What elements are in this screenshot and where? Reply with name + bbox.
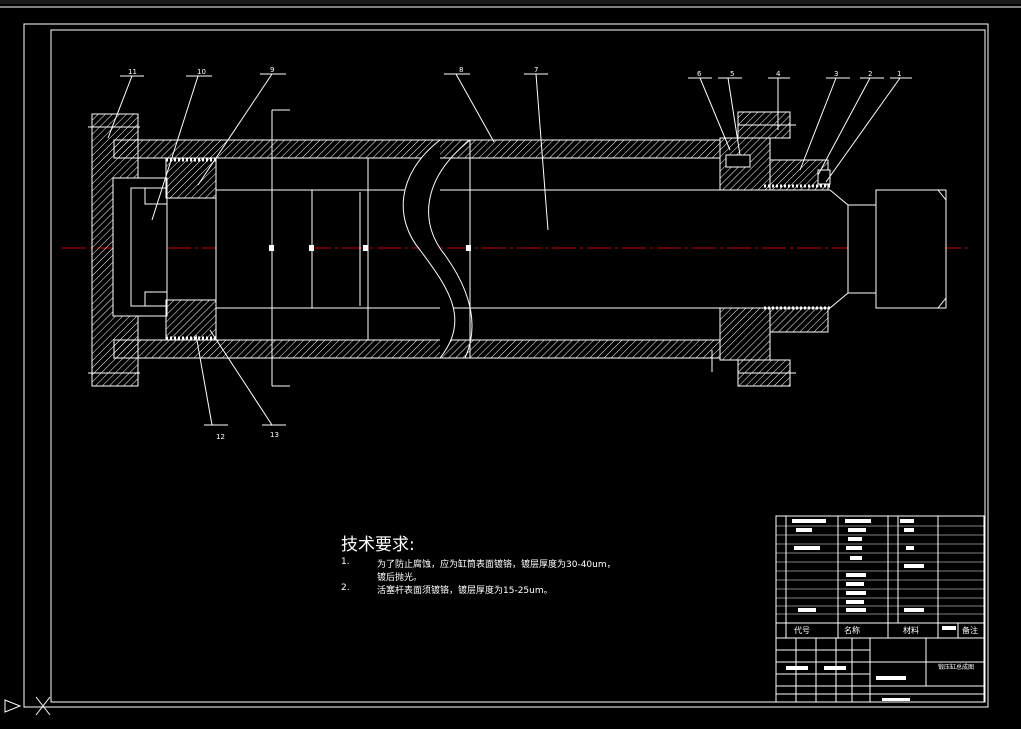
tech-req-text-1: 为了防止腐蚀，应为缸筒表面镀铬，镀层厚度为30-40um， bbox=[377, 560, 616, 570]
part-label-9: 9 bbox=[270, 66, 274, 74]
break-line bbox=[402, 139, 456, 359]
tech-req-text-1b: 镀后抛光。 bbox=[377, 573, 423, 583]
part-label-7: 7 bbox=[534, 66, 538, 74]
gland bbox=[711, 111, 831, 387]
inner-frame bbox=[50, 29, 986, 703]
title-block-rows bbox=[776, 525, 984, 615]
tech-req-num-1: 1. bbox=[341, 557, 350, 567]
part-label-6: 6 bbox=[697, 70, 702, 78]
part-label-13: 13 bbox=[270, 431, 279, 439]
part-label-11: 11 bbox=[128, 68, 137, 76]
title-block-labels: 代号 名称 材料 备注 锻压缸总成图 bbox=[794, 625, 978, 671]
part-label-12: 12 bbox=[216, 433, 225, 441]
part-label-2: 2 bbox=[868, 70, 872, 78]
tech-req-num-2: 2. bbox=[341, 583, 350, 593]
part-label-4: 4 bbox=[776, 70, 781, 78]
tech-requirements-title: 技术要求: bbox=[341, 535, 415, 555]
piston bbox=[165, 157, 313, 341]
outer-frame bbox=[23, 23, 989, 708]
title-col-code: 代号 bbox=[794, 625, 810, 635]
title-col-name: 名称 bbox=[844, 625, 860, 635]
part-label-8: 8 bbox=[459, 66, 463, 74]
cad-drawing-canvas[interactable]: 11 10 9 8 7 6 5 4 3 2 1 12 13 代号 名称 材料 备… bbox=[0, 0, 1021, 729]
part-label-5: 5 bbox=[730, 70, 734, 78]
title-col-remark: 备注 bbox=[962, 625, 978, 635]
part-label-1: 1 bbox=[897, 70, 901, 78]
drawing-title: 锻压缸总成图 bbox=[938, 663, 974, 671]
part-label-3: 3 bbox=[834, 70, 838, 78]
tech-req-text-2: 活塞杆表面须镀铬，镀层厚度为15-25um。 bbox=[377, 586, 553, 596]
title-col-material: 材料 bbox=[903, 625, 919, 635]
part-label-10: 10 bbox=[197, 68, 206, 76]
ucs-icon bbox=[4, 696, 51, 716]
